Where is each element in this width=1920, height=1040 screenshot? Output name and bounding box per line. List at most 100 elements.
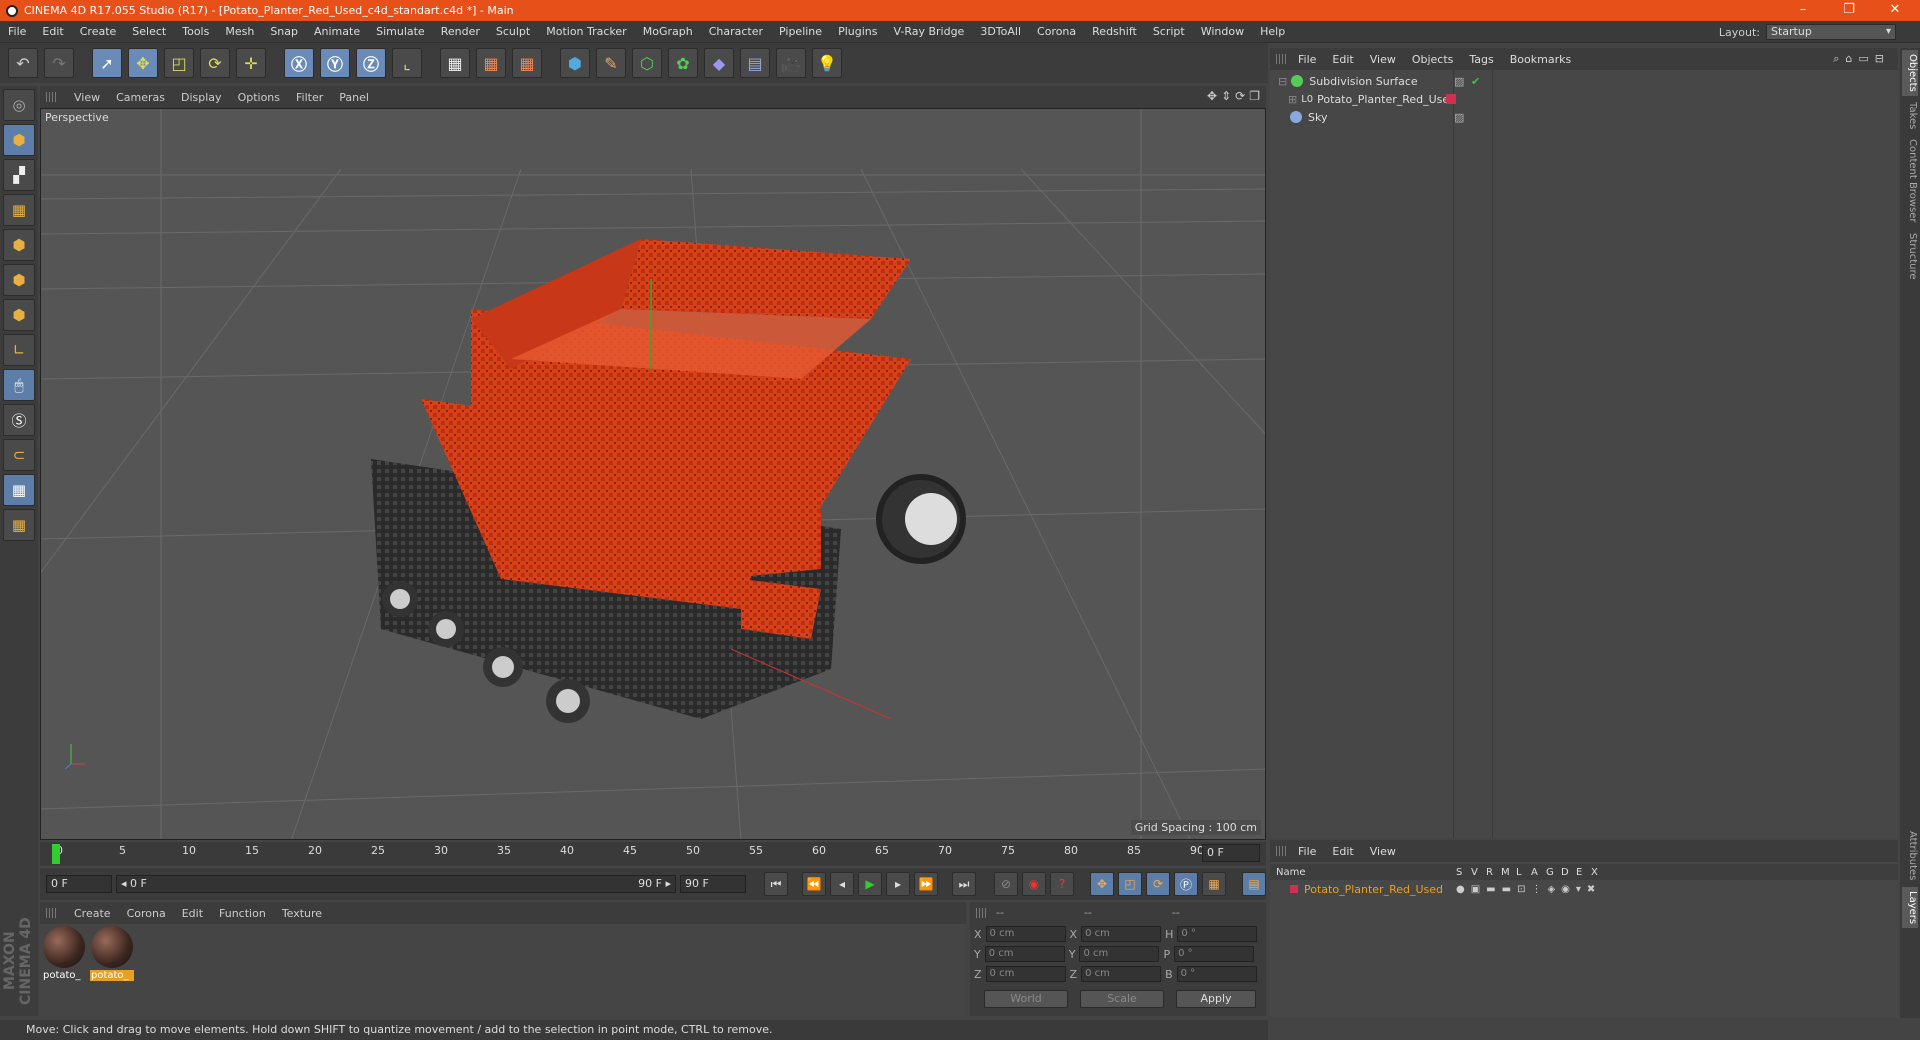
x-axis-lock-icon[interactable]: Ⓧ xyxy=(284,48,314,78)
menu-3dtoall[interactable]: 3DToAll xyxy=(972,25,1029,38)
menu-tools[interactable]: Tools xyxy=(174,25,217,38)
timeline-window-icon[interactable]: ▤ xyxy=(1242,872,1266,896)
menu-sculpt[interactable]: Sculpt xyxy=(488,25,538,38)
layers-menu-view[interactable]: View xyxy=(1362,845,1404,858)
size-z-field[interactable]: 0 cm xyxy=(1081,966,1162,982)
play-icon[interactable]: ▶ xyxy=(858,872,882,896)
tab-objects[interactable]: Objects xyxy=(1902,50,1918,96)
expand-icon[interactable]: ⊞ xyxy=(1288,93,1297,106)
viewport-menu-options[interactable]: Options xyxy=(230,91,288,104)
close-button[interactable]: ✕ xyxy=(1872,0,1918,21)
key-pla-icon[interactable]: ▦ xyxy=(1202,872,1226,896)
menu-create[interactable]: Create xyxy=(72,25,125,38)
rotation-p-field[interactable]: 0 ° xyxy=(1174,946,1255,962)
viewport-maximize-icon[interactable]: ❐ xyxy=(1249,89,1260,103)
tab-structure[interactable]: Structure xyxy=(1902,229,1918,284)
select-arrow-icon[interactable]: ➚ xyxy=(92,48,122,78)
render-picture-viewer-icon[interactable]: ▦ xyxy=(476,48,506,78)
menu-window[interactable]: Window xyxy=(1193,25,1252,38)
menu-edit[interactable]: Edit xyxy=(34,25,71,38)
floor-icon[interactable]: ▤ xyxy=(740,48,770,78)
material-menu-function[interactable]: Function xyxy=(211,907,274,920)
cloner-icon[interactable]: ✿ xyxy=(668,48,698,78)
autokey-icon[interactable]: ◉ xyxy=(1022,872,1046,896)
menu-mesh[interactable]: Mesh xyxy=(217,25,262,38)
key-position-icon[interactable]: ✥ xyxy=(1090,872,1114,896)
apply-button[interactable]: Apply xyxy=(1176,990,1256,1008)
menu-pipeline[interactable]: Pipeline xyxy=(771,25,830,38)
layers-menu-file[interactable]: File xyxy=(1290,845,1324,858)
live-selection-icon[interactable]: ✛ xyxy=(236,48,266,78)
keyframe-selection-icon[interactable]: ? xyxy=(1050,872,1074,896)
menu-plugins[interactable]: Plugins xyxy=(830,25,885,38)
key-rotation-icon[interactable]: ⟳ xyxy=(1146,872,1170,896)
viewport-menu-view[interactable]: View xyxy=(66,91,108,104)
tweak-mode-icon[interactable]: 🖱 xyxy=(3,369,35,401)
menu-select[interactable]: Select xyxy=(124,25,174,38)
render-settings-icon[interactable]: ▦ xyxy=(512,48,542,78)
panel-grip-icon[interactable] xyxy=(46,908,56,918)
end-frame-field[interactable]: 90 F xyxy=(680,875,746,893)
layers-menu-edit[interactable]: Edit xyxy=(1324,845,1361,858)
minimize-button[interactable]: – xyxy=(1780,0,1826,21)
menu-character[interactable]: Character xyxy=(701,25,771,38)
panel-grip-icon[interactable] xyxy=(1276,846,1286,856)
restore-button[interactable]: ❐ xyxy=(1826,0,1872,21)
position-x-field[interactable]: 0 cm xyxy=(985,926,1066,942)
cube-object-icon[interactable]: ⬢ xyxy=(560,48,590,78)
potato-planter-model[interactable] xyxy=(371,239,966,723)
current-frame-field[interactable]: 0 F xyxy=(1202,844,1260,862)
position-y-field[interactable]: 0 cm xyxy=(984,946,1065,962)
undo-icon[interactable]: ↶ xyxy=(8,48,38,78)
model-mode-icon[interactable]: ⬢ xyxy=(3,124,35,156)
edges-mode-icon[interactable]: ⬢ xyxy=(3,264,35,296)
rotation-h-field[interactable]: 0 ° xyxy=(1177,926,1258,942)
menu-vray-bridge[interactable]: V-Ray Bridge xyxy=(885,25,972,38)
spline-pen-icon[interactable]: ✎ xyxy=(596,48,626,78)
panel-grip-icon[interactable] xyxy=(46,92,56,102)
workplane-lock-icon[interactable]: ▦ xyxy=(3,474,35,506)
polygons-mode-icon[interactable]: ⬢ xyxy=(3,299,35,331)
rotation-b-field[interactable]: 0 ° xyxy=(1176,966,1257,982)
menu-snap[interactable]: Snap xyxy=(262,25,306,38)
z-axis-lock-icon[interactable]: Ⓩ xyxy=(356,48,386,78)
layer-row[interactable]: Potato_Planter_Red_Used ●▣▬▬⊡⋮◈◉▾✖ xyxy=(1270,880,1898,898)
playhead[interactable] xyxy=(52,844,60,864)
viewport-pan-icon[interactable]: ✥ xyxy=(1207,89,1217,103)
timeline-ruler[interactable]: 0 5 10 15 20 25 30 35 40 45 50 55 60 65 … xyxy=(40,842,1266,866)
previous-frame-icon[interactable]: ◂ xyxy=(830,872,854,896)
record-keys-icon[interactable]: ⊘ xyxy=(994,872,1018,896)
objects-menu-file[interactable]: File xyxy=(1290,53,1324,66)
render-view-icon[interactable]: ▦ xyxy=(440,48,470,78)
y-axis-lock-icon[interactable]: Ⓨ xyxy=(320,48,350,78)
texture-mode-icon[interactable]: ▞ xyxy=(3,159,35,191)
go-to-end-icon[interactable]: ⏭ xyxy=(952,872,976,896)
objects-menu-bookmarks[interactable]: Bookmarks xyxy=(1502,53,1579,66)
material-swatch-selected[interactable]: potato_ xyxy=(90,926,134,986)
menu-motion-tracker[interactable]: Motion Tracker xyxy=(538,25,634,38)
coordinate-space-dropdown[interactable]: World xyxy=(984,990,1068,1008)
objects-menu-edit[interactable]: Edit xyxy=(1324,53,1361,66)
start-frame-field[interactable]: 0 F xyxy=(46,875,112,893)
object-row-sky[interactable]: Sky ▨ xyxy=(1278,108,1878,126)
object-row-potato-planter[interactable]: ⊞ L0 Potato_Planter_Red_Used xyxy=(1288,90,1888,108)
redo-icon[interactable]: ↷ xyxy=(44,48,74,78)
position-z-field[interactable]: 0 cm xyxy=(985,966,1066,982)
size-mode-dropdown[interactable]: Scale xyxy=(1080,990,1164,1008)
viewport-menu-panel[interactable]: Panel xyxy=(331,91,377,104)
make-editable-icon[interactable]: ◎ xyxy=(3,89,35,121)
next-key-icon[interactable]: ⏩ xyxy=(914,872,938,896)
menu-corona[interactable]: Corona xyxy=(1029,25,1084,38)
move-tool-icon[interactable]: ✥ xyxy=(128,48,158,78)
material-swatch[interactable]: potato_ xyxy=(42,926,86,986)
deformer-icon[interactable]: ◆ xyxy=(704,48,734,78)
tab-takes[interactable]: Takes xyxy=(1902,98,1918,133)
collapse-icon[interactable]: ⊟ xyxy=(1278,75,1287,88)
menu-render[interactable]: Render xyxy=(433,25,488,38)
solo-icon[interactable]: Ⓢ xyxy=(3,404,35,436)
layer-toggle-icons[interactable]: ●▣▬▬⊡⋮◈◉▾✖ xyxy=(1456,884,1601,895)
next-frame-icon[interactable]: ▸ xyxy=(886,872,910,896)
panel-grip-icon[interactable] xyxy=(976,908,986,918)
rotate-tool-icon[interactable]: ⟳ xyxy=(200,48,230,78)
tab-attributes[interactable]: Attributes xyxy=(1902,827,1918,884)
